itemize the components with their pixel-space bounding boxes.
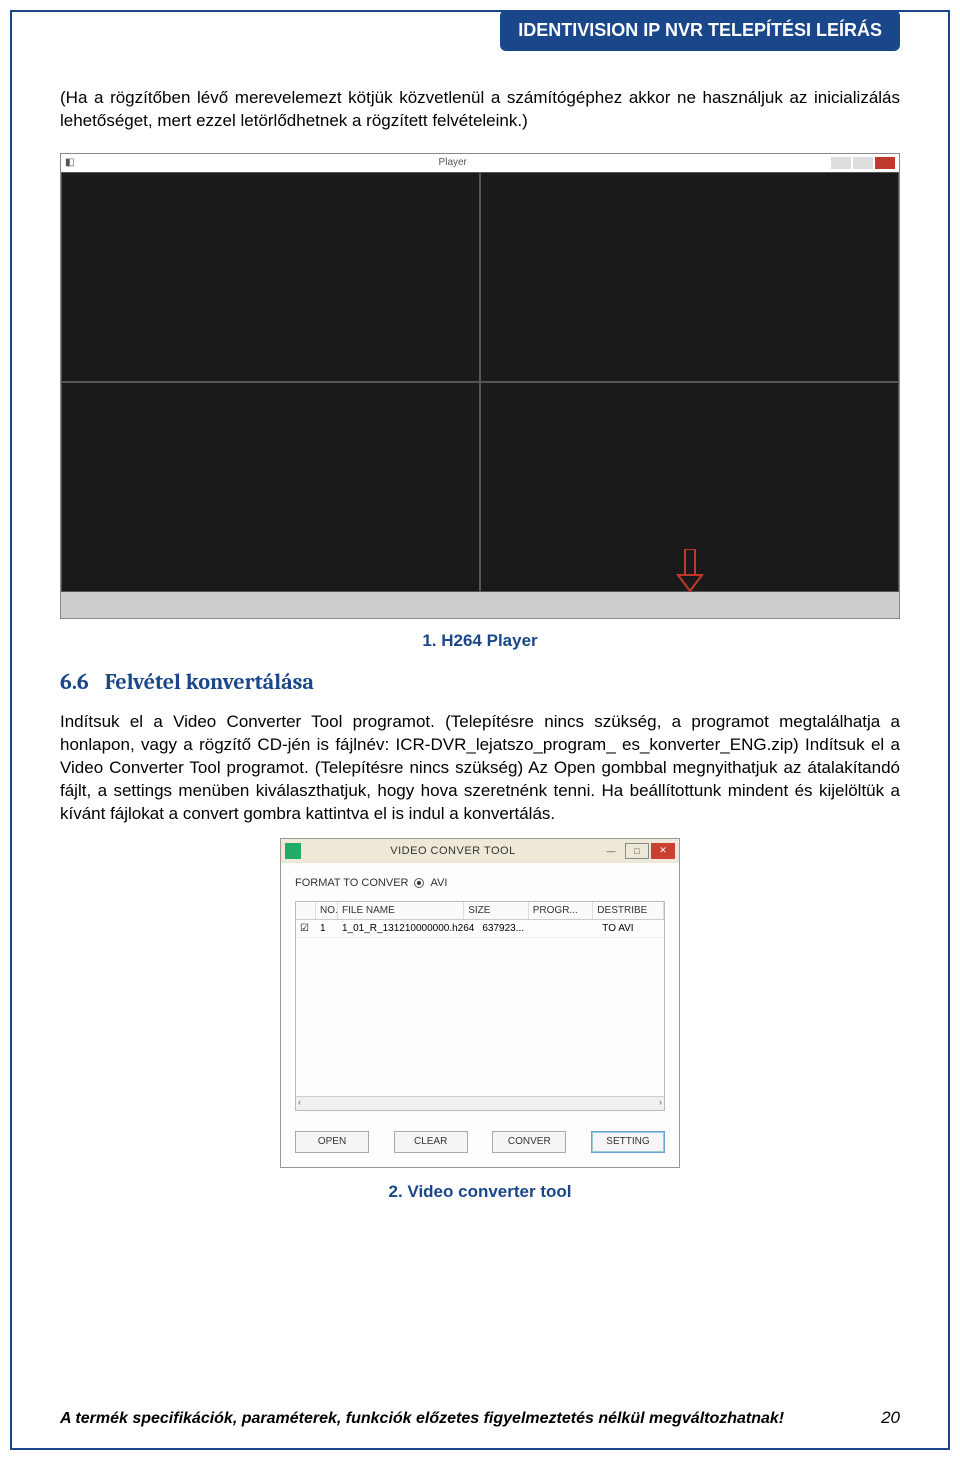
minimize-icon xyxy=(831,157,851,169)
col-size: SIZE xyxy=(464,902,529,919)
player-app-icon: ◧ xyxy=(65,157,74,168)
avi-radio xyxy=(414,878,424,888)
row-checkbox: ☑ xyxy=(296,920,316,937)
col-no: NO. xyxy=(316,902,338,919)
avi-label: AVI xyxy=(430,877,447,889)
col-progress: PROGR... xyxy=(529,902,594,919)
minimize-icon: — xyxy=(599,843,623,859)
header-badge: IDENTIVISION IP NVR TELEPÍTÉSI LEÍRÁS xyxy=(500,10,900,51)
figure-2-caption: 2. Video converter tool xyxy=(60,1182,900,1202)
figure-1-caption: 1. H264 Player xyxy=(60,631,900,651)
player-titlebar: ◧ Player xyxy=(61,154,899,172)
body-paragraph: Indítsuk el a Video Converter Tool progr… xyxy=(60,711,900,826)
format-label: FORMAT TO CONVER xyxy=(295,877,408,889)
table-row: ☑ 1 1_01_R_131210000000.h264 637923... T… xyxy=(296,920,664,938)
clear-button: CLEAR xyxy=(394,1131,468,1153)
col-destribe: DESTRIBE xyxy=(593,902,664,919)
vct-titlebar: VIDEO CONVER TOOL — □ ✕ xyxy=(281,839,679,863)
open-button: OPEN xyxy=(295,1131,369,1153)
page-number: 20 xyxy=(881,1408,900,1428)
player-screenshot: ◧ Player xyxy=(60,153,900,619)
section-heading: 6.6Felvétel konvertálása xyxy=(60,669,900,695)
setting-button: SETTING xyxy=(591,1131,665,1153)
arrow-down-icon xyxy=(676,549,704,593)
video-pane xyxy=(61,172,480,382)
player-window-title: Player xyxy=(74,157,831,168)
video-pane xyxy=(61,382,480,592)
close-icon: ✕ xyxy=(651,843,675,859)
video-convert-tool-window: VIDEO CONVER TOOL — □ ✕ FORMAT TO CONVER… xyxy=(280,838,680,1168)
video-pane xyxy=(480,172,899,382)
player-bottom-toolbar xyxy=(61,592,899,618)
vct-title: VIDEO CONVER TOOL xyxy=(307,845,599,857)
player-window-controls xyxy=(831,157,895,169)
video-pane xyxy=(480,382,899,592)
close-icon xyxy=(875,157,895,169)
player-video-grid xyxy=(61,172,899,592)
conver-button: CONVER xyxy=(492,1131,566,1153)
intro-paragraph: (Ha a rögzítőben lévő merevelemezt kötjü… xyxy=(60,87,900,133)
footer-text: A termék specifikációk, paraméterek, fun… xyxy=(60,1410,784,1428)
col-filename: FILE NAME xyxy=(338,902,464,919)
maximize-icon xyxy=(853,157,873,169)
scrollbar: ‹› xyxy=(296,1096,664,1110)
vct-format-row: FORMAT TO CONVER AVI xyxy=(295,877,665,889)
app-icon xyxy=(285,843,301,859)
vct-file-table: NO. FILE NAME SIZE PROGR... DESTRIBE ☑ 1… xyxy=(295,901,665,1111)
maximize-icon: □ xyxy=(625,843,649,859)
